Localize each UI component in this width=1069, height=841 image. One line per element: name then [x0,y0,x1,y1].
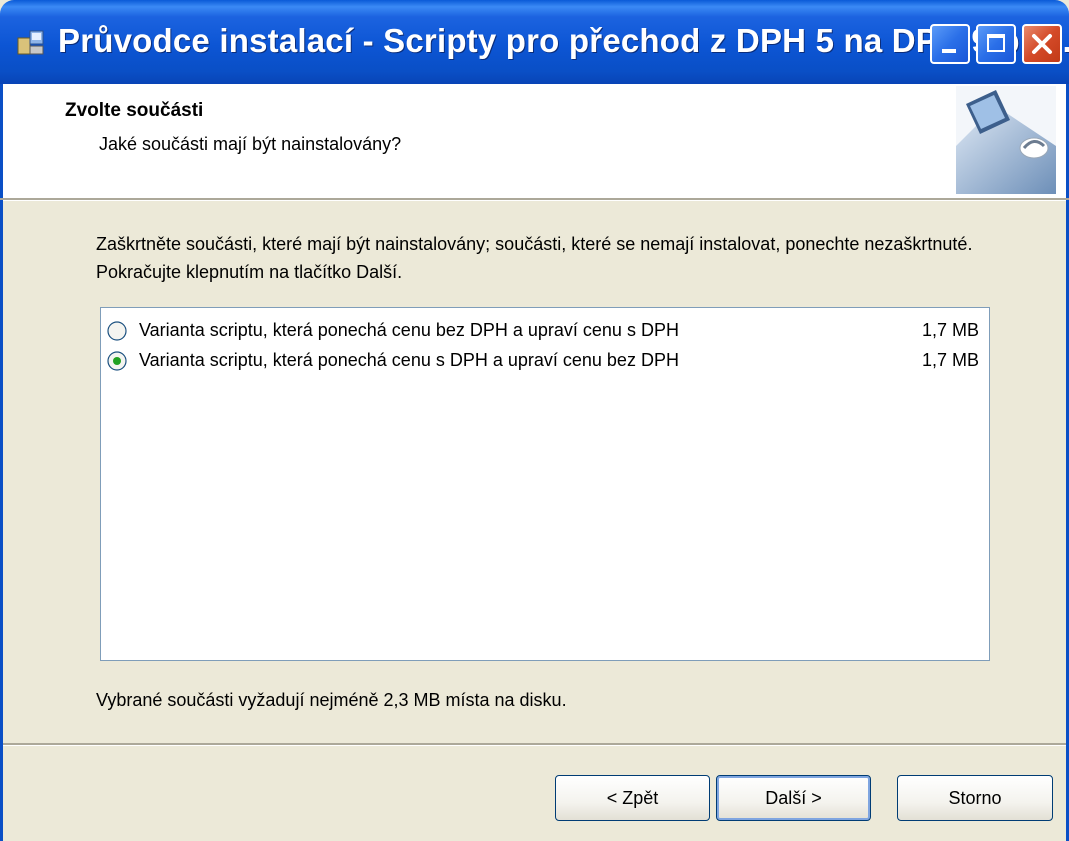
wizard-header: Zvolte součásti Jaké součásti mají být n… [0,84,1069,198]
component-label: Varianta scriptu, která ponechá cenu bez… [139,320,679,340]
header-separator [0,198,1069,201]
component-size: 1,7 MB [921,350,979,370]
page-subtitle: Jaké součásti mají být nainstalovány? [99,134,402,154]
footer-separator [3,743,1066,746]
component-size: 1,7 MB [921,320,979,340]
minimize-button[interactable] [930,24,970,64]
instructions-text: Zaškrtněte součásti, které mají být nain… [96,234,973,282]
components-list[interactable]: Varianta scriptu, která ponechá cenu bez… [100,307,990,661]
next-button[interactable]: Další > [716,775,871,821]
wizard-image [956,86,1056,194]
close-icon [1032,34,1052,54]
disk-space-note: Vybrané součásti vyžadují nejméně 2,3 MB… [96,690,567,710]
window-title: Průvodce instalací - Scripty pro přechod… [58,22,1069,59]
radio-unselected-icon[interactable] [107,321,127,341]
page-title: Zvolte součásti [65,100,204,121]
maximize-button[interactable] [976,24,1016,64]
component-item-1[interactable]: Varianta scriptu, která ponechá cenu bez… [107,316,983,346]
title-bar[interactable]: Průvodce instalací - Scripty pro přechod… [0,0,1069,84]
component-item-2[interactable]: Varianta scriptu, která ponechá cenu s D… [107,346,983,376]
back-button[interactable]: < Zpět [555,775,710,821]
cancel-button[interactable]: Storno [897,775,1053,821]
close-button[interactable] [1022,24,1062,64]
radio-selected-icon[interactable] [107,351,127,371]
installer-icon [16,28,46,58]
component-label: Varianta scriptu, která ponechá cenu s D… [139,350,679,370]
